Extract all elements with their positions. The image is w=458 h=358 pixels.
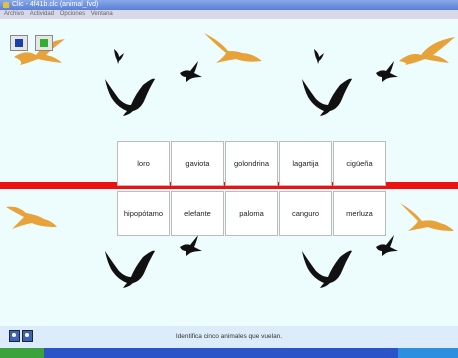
grid-cell-paloma[interactable]: paloma [225,191,278,236]
instruction-message: Identifica cinco animales que vuelan. [175,333,283,340]
menu-item-opciones[interactable]: Opciones [60,11,85,17]
grid-cell-hipopotamo[interactable]: hipopótamo [117,191,170,236]
grid-cell-ciguena[interactable]: cigüeña [333,141,386,186]
window-titlebar: Clic - 4f41b.clc (animal_fvd) [0,0,458,10]
blue-square-button[interactable] [10,35,28,51]
grid-cell-elefante[interactable]: elefante [171,191,224,236]
black-bird-icon [105,78,155,116]
black-bird-icon [105,250,155,288]
black-bird-icon [376,61,398,82]
green-square-icon [40,39,48,47]
black-bird-icon [114,49,124,64]
black-bird-icon [302,250,352,288]
taskbar [0,348,458,358]
black-bird-icon [302,78,352,116]
grid-cell-golondrina[interactable]: golondrina [225,141,278,186]
orange-bird-icon [399,37,455,65]
menu-item-ventana[interactable]: Ventana [91,11,113,17]
menu-item-archivo[interactable]: Archivo [4,11,24,17]
orange-bird-icon [204,33,262,63]
black-bird-icon [180,61,202,82]
status-bar: Identifica cinco animales que vuelan. [0,326,458,348]
black-bird-icon [376,235,398,256]
word-grid: loro gaviota golondrina lagartija cigüeñ… [117,141,387,236]
start-button[interactable] [0,348,44,358]
black-bird-icon [314,49,324,64]
black-bird-icon [180,235,202,256]
activity-stage: loro gaviota golondrina lagartija cigüeñ… [0,19,458,326]
menu-item-actividad[interactable]: Actividad [30,11,54,17]
blue-square-icon [15,39,23,47]
grid-cell-merluza[interactable]: merluza [333,191,386,236]
orange-bird-icon [400,203,454,231]
grid-cell-lagartija[interactable]: lagartija [279,141,332,186]
grid-cell-gaviota[interactable]: gaviota [171,141,224,186]
system-tray [398,348,458,358]
app-icon [3,2,9,8]
grid-cell-loro[interactable]: loro [117,141,170,186]
orange-bird-icon [6,206,57,229]
green-square-button[interactable] [35,35,53,51]
menubar: Archivo Actividad Opciones Ventana [0,10,458,19]
window-title: Clic - 4f41b.clc (animal_fvd) [12,1,99,8]
grid-cell-canguro[interactable]: canguro [279,191,332,236]
